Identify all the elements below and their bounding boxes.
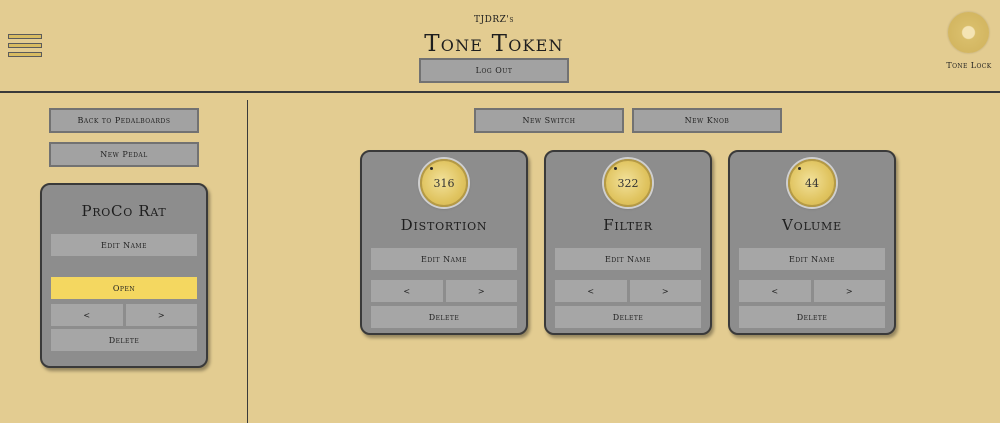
knob-name: Filter <box>603 216 653 234</box>
sidebar-divider <box>247 100 248 423</box>
delete-pedal-button[interactable]: Delete <box>51 329 197 351</box>
logout-button[interactable]: Log Out <box>419 58 569 83</box>
knob-card-filter: 322 Filter Edit Name < > Delete <box>544 150 712 335</box>
new-knob-button[interactable]: New Knob <box>632 108 782 133</box>
delete-knob-button[interactable]: Delete <box>555 306 701 328</box>
knob-indicator-dot <box>798 167 801 170</box>
move-right-button[interactable]: > <box>446 280 517 302</box>
knob-name: Volume <box>782 216 842 234</box>
knob-card-volume: 44 Volume Edit Name < > Delete <box>728 150 896 335</box>
knob-dial[interactable]: 322 <box>604 159 652 207</box>
move-left-button[interactable]: < <box>371 280 443 302</box>
knob-name: Distortion <box>400 216 488 234</box>
knob-dial[interactable]: 44 <box>788 159 836 207</box>
edit-knob-name-button[interactable]: Edit Name <box>371 248 517 270</box>
pedal-name: ProCo Rat <box>81 202 167 220</box>
knob-dial[interactable]: 316 <box>420 159 468 207</box>
move-right-button[interactable]: > <box>630 280 701 302</box>
knob-value: 322 <box>617 177 639 190</box>
app-title: Tone Token <box>424 31 564 57</box>
delete-knob-button[interactable]: Delete <box>739 306 885 328</box>
move-right-button[interactable]: > <box>126 304 197 326</box>
knob-card-distortion: 316 Distortion Edit Name < > Delete <box>360 150 528 335</box>
knob-value: 44 <box>805 177 819 190</box>
move-right-button[interactable]: > <box>814 280 885 302</box>
pedal-card: ProCo Rat Edit Name Open < > Delete <box>40 183 208 368</box>
tone-lock-button[interactable]: Tone Lock <box>938 11 1000 73</box>
knob-indicator-dot <box>430 167 433 170</box>
move-left-button[interactable]: < <box>51 304 123 326</box>
open-pedal-button[interactable]: Open <box>51 277 197 299</box>
tone-lock-label: Tone Lock <box>946 61 992 70</box>
tone-lock-icon <box>948 12 989 53</box>
edit-knob-name-button[interactable]: Edit Name <box>739 248 885 270</box>
username-label: TJDRZ's <box>474 15 514 25</box>
move-left-button[interactable]: < <box>555 280 627 302</box>
edit-pedal-name-button[interactable]: Edit Name <box>51 234 197 256</box>
new-switch-button[interactable]: New Switch <box>474 108 624 133</box>
back-to-pedalboards-button[interactable]: Back to Pedalboards <box>49 108 199 133</box>
delete-knob-button[interactable]: Delete <box>371 306 517 328</box>
move-left-button[interactable]: < <box>739 280 811 302</box>
knob-indicator-dot <box>614 167 617 170</box>
edit-knob-name-button[interactable]: Edit Name <box>555 248 701 270</box>
header: TJDRZ's Tone Token Log Out Tone Lock <box>0 0 1000 93</box>
new-pedal-button[interactable]: New Pedal <box>49 142 199 167</box>
knob-value: 316 <box>433 177 455 190</box>
